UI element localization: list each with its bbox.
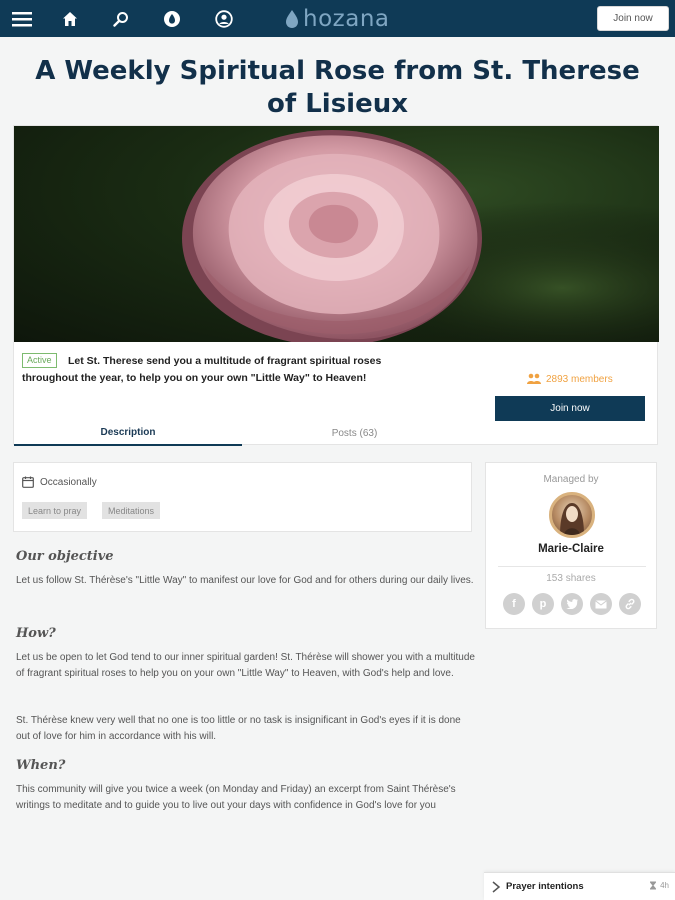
how-text-1: Let us be open to let God tend to our in… [16, 652, 475, 679]
objective-text: Let us follow St. Thérèse's "Little Way"… [16, 575, 474, 586]
tab-description[interactable]: Description [14, 421, 242, 446]
managed-by-label: Managed by [543, 474, 599, 485]
pinterest-icon[interactable]: p [532, 593, 554, 615]
link-icon[interactable] [619, 593, 641, 615]
logo-text: hozana [303, 6, 390, 32]
manager-sidebar: Managed by Marie-Claire 153 shares f p [485, 462, 657, 629]
members-count[interactable]: 2893 members [527, 373, 613, 385]
facebook-icon[interactable]: f [503, 593, 525, 615]
home-icon[interactable] [58, 7, 82, 31]
hozana-logo[interactable]: hozana [284, 4, 390, 34]
hourglass-icon [650, 881, 657, 890]
when-text: This community will give you twice a wee… [16, 784, 456, 811]
frequency-text: Occasionally [40, 476, 97, 488]
flame-logo-icon [286, 10, 298, 28]
when-heading: When? [16, 758, 66, 773]
top-navigation-bar: hozana Join now [0, 0, 675, 37]
rose-cover-image [14, 126, 659, 342]
members-text: 2893 members [546, 373, 613, 385]
manager-portrait [560, 503, 584, 535]
people-icon [527, 373, 541, 384]
prayer-time: 4h [649, 881, 669, 890]
chevron-right-icon[interactable] [491, 880, 501, 894]
prayer-intentions-label: Prayer intentions [506, 881, 584, 892]
menu-icon[interactable] [10, 7, 34, 31]
join-now-button-header[interactable]: Join now [597, 6, 669, 31]
calendar-icon [22, 476, 34, 488]
page-title: A Weekly Spiritual Rose from St. Therese… [35, 56, 640, 119]
community-info-box: Occasionally Learn to pray Meditations [13, 462, 472, 532]
tab-posts[interactable]: Posts (63) [242, 421, 467, 446]
how-heading: How? [16, 626, 56, 641]
community-summary: Let St. Therese send you a multitude of … [22, 355, 382, 384]
how-text-2: St. Thérèse knew very well that no one i… [16, 715, 461, 742]
shares-count: 153 shares [546, 573, 596, 584]
prayer-intentions-bar[interactable]: Prayer intentions 4h [484, 872, 675, 900]
frequency: Occasionally [22, 476, 97, 488]
avatar[interactable] [549, 492, 595, 538]
account-icon[interactable] [212, 7, 236, 31]
community-card: Active Let St. Therese send you a multit… [13, 125, 659, 446]
objective-heading: Our objective [16, 549, 114, 564]
twitter-icon[interactable] [561, 593, 583, 615]
rose-illustration [14, 126, 659, 342]
tag-meditations[interactable]: Meditations [102, 502, 161, 519]
tag-learn-to-pray[interactable]: Learn to pray [22, 502, 88, 519]
join-now-button[interactable]: Join now [495, 396, 645, 421]
manager-name[interactable]: Marie-Claire [486, 543, 656, 555]
divider [498, 566, 646, 567]
email-icon[interactable] [590, 593, 612, 615]
community-icon[interactable] [160, 7, 184, 31]
prayer-time-text: 4h [660, 881, 669, 890]
search-icon[interactable] [109, 7, 133, 31]
